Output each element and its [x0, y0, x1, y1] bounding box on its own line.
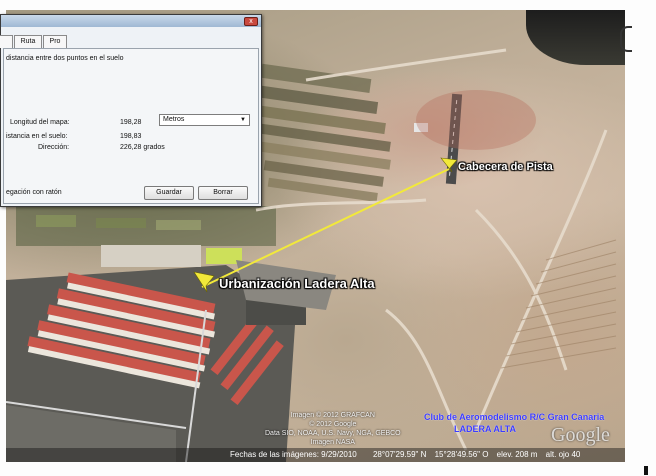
- tab-line[interactable]: [0, 35, 13, 48]
- scan-edge-mark: [644, 466, 648, 475]
- placemark-label-runway[interactable]: Cabecera de Pista: [458, 161, 553, 173]
- attribution-line: Imagen NASA: [310, 439, 355, 446]
- tab-ruta[interactable]: Ruta: [14, 35, 42, 48]
- elevation-readout: elev. 208 m: [496, 450, 538, 459]
- navigation-control[interactable]: [620, 26, 632, 52]
- map-length-value: 198,28: [120, 119, 142, 126]
- measure-panel: distancia entre dos puntos en el suelo L…: [3, 48, 259, 204]
- map-length-label: Longitud del mapa:: [10, 119, 70, 126]
- placemark-label-urbanization[interactable]: Urbanización Ladera Alta: [219, 276, 375, 291]
- latitude-readout: 28°07'29.59" N: [372, 450, 427, 459]
- measure-description: distancia entre dos puntos en el suelo: [6, 55, 124, 62]
- eye-altitude-readout: alt. ojo 40: [545, 450, 581, 459]
- clear-button[interactable]: Borrar: [198, 186, 248, 200]
- attribution-line: © 2012 Google: [309, 421, 357, 428]
- ground-distance-value: 198,83: [120, 133, 142, 140]
- ruler-dialog: x Ruta Pro distancia entre dos puntos en…: [0, 14, 262, 207]
- imagery-attribution: Imagen © 2012 GRAFCAN © 2012 Google Data…: [265, 411, 401, 447]
- chevron-down-icon: ▼: [240, 117, 246, 123]
- direction-value: 226,28 grados: [120, 144, 165, 151]
- direction-label: Dirección:: [38, 144, 70, 151]
- dialog-titlebar[interactable]: x: [1, 15, 261, 27]
- unit-select[interactable]: Metros ▼: [159, 114, 250, 126]
- map-status-bar: Fechas de las imágenes: 9/29/2010 28°07'…: [6, 448, 625, 462]
- ground-distance-label: istancia en el suelo:: [6, 133, 68, 140]
- longitude-readout: 15°28'49.56" O: [434, 450, 489, 459]
- club-name: Club de Aeromodelismo R/C Gran Canaria: [424, 412, 605, 422]
- scanned-screenshot: Cabecera de Pista Urbanización Ladera Al…: [0, 0, 656, 476]
- imagery-date: Fechas de las imágenes: 9/29/2010: [230, 450, 357, 459]
- close-button[interactable]: x: [244, 17, 258, 26]
- mouse-navigation-checkbox-label[interactable]: egación con ratón: [6, 189, 62, 196]
- save-button[interactable]: Guardar: [144, 186, 194, 200]
- google-logo: Google: [551, 424, 610, 446]
- unit-select-value: Metros: [163, 116, 185, 123]
- attribution-line: Imagen © 2012 GRAFCAN: [290, 412, 375, 419]
- tab-pro[interactable]: Pro: [43, 35, 67, 48]
- attribution-line: Data SIO, NOAA, U.S. Navy, NGA, GEBCO: [265, 430, 401, 437]
